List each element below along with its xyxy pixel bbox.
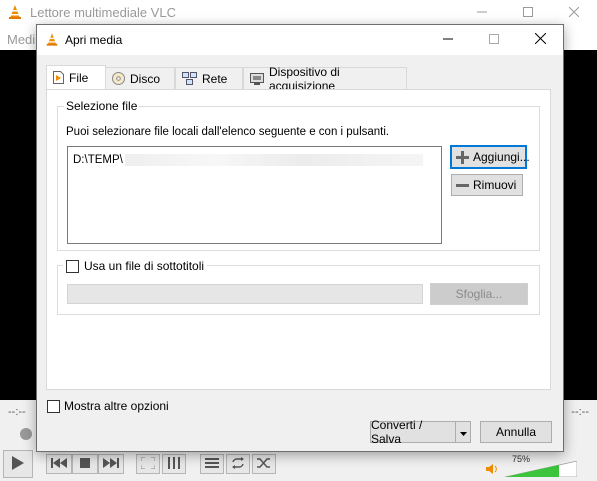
shuffle-icon	[257, 457, 271, 472]
close-icon	[534, 32, 546, 47]
capture-device-icon	[250, 72, 264, 85]
menu-media[interactable]: Medi	[7, 32, 35, 47]
vlc-window-title: Lettore multimediale VLC	[30, 5, 176, 20]
elapsed-time: --:--	[8, 406, 26, 418]
subtitle-checkbox-row[interactable]: Usa un file di sottotitoli	[63, 259, 208, 273]
extended-settings-button[interactable]	[162, 454, 186, 474]
file-path: D:\TEMP\	[73, 154, 123, 166]
tab-file[interactable]: File	[46, 65, 106, 89]
cancel-button[interactable]: Annulla	[480, 421, 552, 443]
vlc-minimize-button[interactable]	[459, 0, 505, 26]
convert-save-split-button[interactable]: Converti / Salva	[370, 418, 471, 446]
browse-label: Sfoglia...	[455, 287, 503, 301]
cancel-label: Annulla	[495, 425, 537, 439]
speaker-icon[interactable]	[486, 463, 498, 478]
remove-file-button[interactable]: Rimuovi	[451, 174, 523, 196]
fullscreen-button[interactable]	[136, 454, 160, 474]
open-media-dialog: Apri media File Disco Rete Dispositivo d…	[36, 24, 564, 452]
playlist-icon	[205, 457, 219, 472]
maximize-icon	[523, 6, 533, 20]
dialog-maximize-button[interactable]	[471, 25, 517, 55]
vlc-titlebar: Lettore multimediale VLC	[0, 0, 597, 26]
play-button[interactable]	[3, 450, 33, 478]
subtitle-checkbox[interactable]	[66, 259, 79, 273]
stop-button[interactable]	[72, 454, 98, 474]
dialog-titlebar: Apri media	[37, 25, 563, 55]
previous-icon	[51, 457, 67, 471]
file-selection-legend: Selezione file	[64, 99, 140, 113]
vlc-cone-icon	[7, 4, 23, 23]
play-icon	[11, 455, 25, 474]
minimize-icon	[477, 6, 487, 20]
dialog-minimize-button[interactable]	[425, 25, 471, 55]
equalizer-icon	[167, 456, 181, 472]
subtitle-file-input[interactable]	[67, 284, 423, 304]
more-options-row[interactable]: Mostra altre opzioni	[47, 399, 169, 413]
vlc-close-button[interactable]	[551, 0, 597, 26]
record-button[interactable]	[14, 424, 38, 446]
network-icon	[182, 72, 197, 85]
total-time: --:--	[571, 406, 589, 418]
vlc-maximize-button[interactable]	[505, 0, 551, 26]
tab-label: Rete	[202, 71, 228, 86]
vlc-cone-icon	[45, 32, 59, 50]
add-file-button[interactable]: Aggiungi...	[450, 145, 530, 169]
volume-slider[interactable]	[505, 461, 577, 477]
list-item[interactable]: D:\TEMP\	[73, 154, 423, 166]
dialog-title: Apri media	[65, 33, 123, 47]
close-icon	[568, 6, 580, 20]
file-selection-hint: Puoi selezionare file locali dall'elenco…	[66, 126, 390, 138]
record-icon	[19, 427, 33, 444]
disc-icon	[112, 72, 125, 85]
subtitle-checkbox-label: Usa un file di sottotitoli	[84, 259, 205, 273]
playlist-button[interactable]	[200, 454, 224, 474]
file-tab-panel: Selezione file Puoi selezionare file loc…	[46, 89, 551, 390]
file-list[interactable]: D:\TEMP\	[67, 146, 442, 244]
convert-save-button[interactable]: Converti / Salva	[371, 418, 456, 446]
minimize-icon	[443, 33, 453, 47]
maximize-icon	[489, 33, 499, 47]
tab-disco[interactable]: Disco	[105, 67, 175, 89]
stop-icon	[80, 457, 90, 471]
file-selection-group: Selezione file Puoi selezionare file loc…	[57, 99, 540, 251]
remove-file-label: Rimuovi	[473, 178, 517, 192]
minus-icon	[456, 179, 469, 192]
convert-save-label: Converti / Salva	[371, 418, 423, 446]
file-icon	[53, 71, 64, 84]
loop-button[interactable]	[226, 454, 250, 474]
loop-icon	[231, 456, 245, 472]
subtitle-group: Usa un file di sottotitoli Sfoglia...	[57, 259, 540, 315]
plus-icon	[456, 150, 469, 164]
tab-label: Disco	[130, 71, 161, 86]
tab-label: File	[69, 70, 89, 85]
convert-save-dropdown[interactable]	[456, 422, 470, 442]
add-file-label: Aggiungi...	[473, 150, 530, 164]
more-options-label: Mostra altre opzioni	[64, 399, 169, 413]
tab-rete[interactable]: Rete	[175, 67, 243, 89]
shuffle-button[interactable]	[252, 454, 276, 474]
redacted-path	[124, 154, 423, 166]
fullscreen-icon	[140, 455, 156, 472]
dialog-close-button[interactable]	[517, 25, 563, 55]
browse-button[interactable]: Sfoglia...	[430, 283, 528, 305]
previous-button[interactable]	[46, 454, 72, 474]
next-icon	[103, 457, 119, 471]
more-options-checkbox[interactable]	[47, 399, 60, 413]
next-button[interactable]	[98, 454, 124, 474]
chevron-down-icon	[459, 425, 467, 439]
tab-dispositivo-acquisizione[interactable]: Dispositivo di acquisizione	[243, 65, 407, 93]
